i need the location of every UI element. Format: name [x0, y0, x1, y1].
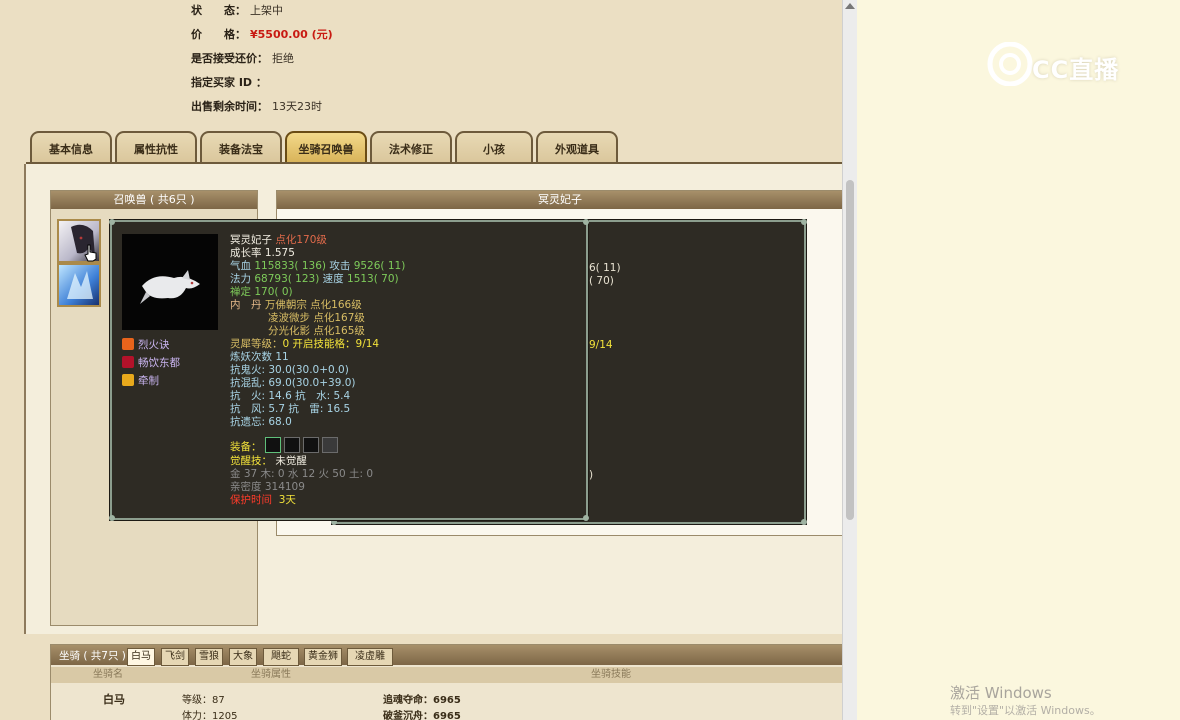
mount-skill-1: 追魂夺命：6965 [383, 695, 461, 706]
time-row: 出售剩余时间： 13天23时 [191, 99, 322, 115]
skill-restrain: 牵制 [122, 374, 159, 388]
ice-creature-icon [67, 271, 93, 299]
status-label: 状 态： [191, 4, 246, 17]
mount-name: 白马 [103, 693, 125, 706]
resist-ghostfire: 抗鬼火: 30.0(30.0+0.0) [230, 364, 349, 376]
mount-stamina: 体力：1205 [182, 711, 238, 720]
equip-slot-3[interactable] [302, 437, 319, 453]
tab-basic-info[interactable]: 基本信息 [30, 131, 112, 165]
growth-rate: 成长率 1.575 [230, 247, 295, 259]
back-stat-1: 6( 11) [589, 262, 621, 274]
back-stat-2: ( 70) [589, 275, 614, 287]
mount-panel: 坐骑 ( 共7只 ) 白马 飞剑 雪狼 大象 飓蛇 黄金狮 凌虚雕 坐骑名 坐骑… [50, 644, 842, 720]
buyer-row: 指定买家 ID ： [191, 75, 267, 91]
mount-tabs-bar: 坐骑 ( 共7只 ) 白马 飞剑 雪狼 大象 飓蛇 黄金狮 凌虚雕 [51, 645, 842, 666]
restrain-skill-icon [122, 374, 134, 386]
price-label: 价 格： [191, 28, 246, 41]
dan-line-1: 内 丹 万佛朝宗 点化166级 [230, 299, 362, 311]
resist-fire-water: 抗 火: 14.6 抗 水: 5.4 [230, 390, 351, 402]
buyer-label: 指定买家 ID ： [191, 76, 267, 89]
game-window: 状 态： 上架中 价 格： ¥5500.00 (元) 是否接受还价： 拒绝 指定买家 … [0, 0, 842, 720]
status-row: 状 态： 上架中 [191, 3, 283, 19]
mount-table-header: 坐骑名 坐骑属性 坐骑技能 [51, 667, 842, 683]
scroll-thumb[interactable] [846, 180, 854, 520]
back-stat-4: ) [589, 469, 594, 481]
tab-attributes[interactable]: 属性抗性 [115, 131, 197, 165]
summon-detail-title: 冥灵妃子 [277, 191, 842, 209]
mount-tab-white-horse[interactable]: 白马 [127, 648, 155, 666]
pet-name-line: 冥灵妃子 点化170级 [230, 234, 327, 246]
summon-list-title: 召唤兽 ( 共6只 ) [51, 191, 257, 209]
wine-skill-icon [122, 356, 134, 368]
price-row: 价 格： ¥5500.00 (元) [191, 27, 333, 43]
tab-equipment[interactable]: 装备法宝 [200, 131, 282, 165]
mp-spd-line: 法力 68793( 123) 速度 1513( 70) [230, 273, 399, 285]
mount-skill-2: 破釜沉舟：6965 [383, 711, 461, 720]
resist-wind-thunder: 抗 风: 5.7 抗 雷: 16.5 [230, 403, 351, 415]
dan-line-3: 分光化影 点化165级 [268, 325, 365, 337]
time-label: 出售剩余时间： [191, 100, 268, 113]
mount-tab-snake[interactable]: 飓蛇 [263, 648, 299, 666]
awaken-line: 觉醒技： 未觉醒 [230, 455, 307, 467]
dan-line-2: 凌波微步 点化167级 [268, 312, 365, 324]
mount-tab-gold-lion[interactable]: 黄金狮 [304, 648, 342, 666]
time-value: 13天23时 [272, 100, 322, 113]
mount-title: 坐骑 ( 共7只 ) [59, 650, 126, 662]
tab-appearance[interactable]: 外观道具 [536, 131, 618, 165]
mount-tab-elephant[interactable]: 大象 [229, 648, 257, 666]
hand-cursor-icon [84, 244, 97, 262]
resist-forget: 抗遗忘: 68.0 [230, 416, 292, 428]
mount-tab-eagle[interactable]: 凌虚雕 [347, 648, 393, 666]
bargain-row: 是否接受还价： 拒绝 [191, 51, 294, 67]
mount-tab-snow-wolf[interactable]: 雪狼 [195, 648, 223, 666]
resist-chaos: 抗混乱: 69.0(30.0+39.0) [230, 377, 356, 389]
skill-fire: 烈火诀 [122, 338, 170, 352]
mount-tab-flying-sword[interactable]: 飞剑 [161, 648, 189, 666]
zen-line: 禅定 170( 0) [230, 286, 293, 298]
header-mount-skill: 坐骑技能 [591, 669, 631, 680]
tab-child[interactable]: 小孩 [455, 131, 533, 165]
cc-live-logo-text: CC直播 [1032, 56, 1120, 84]
intimacy-line: 亲密度 314109 [230, 481, 305, 493]
refine-count: 炼妖次数 11 [230, 351, 289, 363]
equip-slot-1[interactable] [264, 437, 281, 453]
tab-mounts-summons[interactable]: 坐骑召唤兽 [285, 131, 367, 165]
equip-slot-4[interactable] [321, 437, 338, 453]
summon-tooltip: 烈火诀 畅饮东都 牵制 冥灵妃子 点化170级 成长率 1.575 气血 115… [109, 219, 589, 521]
bargain-value: 拒绝 [272, 52, 294, 65]
status-value: 上架中 [250, 4, 283, 17]
lingxi-line: 灵犀等级：0 开启技能格：9/14 [230, 338, 380, 350]
equip-slot-2[interactable] [283, 437, 300, 453]
windows-activation-title: 激活 Windows [950, 684, 1052, 702]
hp-atk-line: 气血 115833( 136) 攻击 9526( 11) [230, 260, 406, 272]
bargain-label: 是否接受还价： [191, 52, 268, 65]
skill-drink: 畅饮东都 [122, 356, 180, 370]
mount-level: 等级：87 [182, 695, 225, 706]
pet-sprite [122, 234, 218, 330]
equip-line: 装备： [230, 437, 338, 453]
back-stat-3: 9/14 [589, 339, 613, 351]
stream-background [857, 0, 1180, 720]
header-mount-attr: 坐骑属性 [251, 669, 291, 680]
fire-skill-icon [122, 338, 134, 350]
white-fox-icon [140, 270, 200, 304]
tab-spell-mod[interactable]: 法术修正 [370, 131, 452, 165]
elements-line: 金 37 木: 0 水 12 火 50 土: 0 [230, 468, 374, 480]
protect-line: 保护时间 3天 [230, 494, 296, 506]
summon-avatar-2[interactable] [57, 263, 101, 307]
page-scrollbar[interactable] [842, 0, 857, 720]
windows-activation-subtitle: 转到"设置"以激活 Windows。 [950, 704, 1101, 717]
scroll-up-arrow-icon[interactable] [845, 3, 855, 9]
price-value: ¥5500.00 (元) [250, 28, 333, 41]
header-mount-name: 坐骑名 [93, 669, 123, 680]
